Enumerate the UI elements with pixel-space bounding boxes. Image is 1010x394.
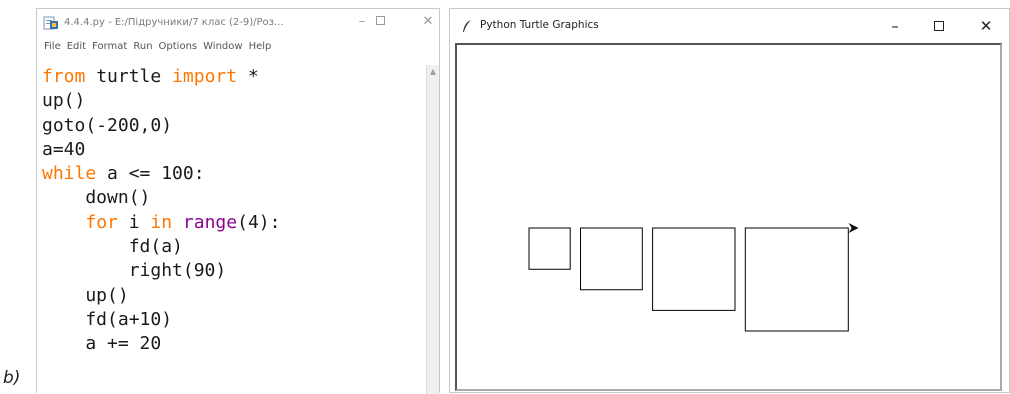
idle-file-icon <box>43 16 58 30</box>
code-text: turtle <box>85 66 173 87</box>
code-line: down() <box>42 186 427 210</box>
code-text: right(90) <box>42 260 227 282</box>
code-line: fd(a) <box>42 235 427 259</box>
figure-label: b) <box>3 368 21 388</box>
menu-file[interactable]: File <box>44 41 61 52</box>
code-text: * <box>237 66 259 87</box>
idle-menubar: File Edit Format Run Options Window Help <box>37 37 439 55</box>
code-line: up() <box>42 284 427 308</box>
code-keyword: import <box>172 66 238 87</box>
menu-edit[interactable]: Edit <box>67 41 86 52</box>
turtle-minimize-button[interactable]: – <box>883 17 907 35</box>
idle-editor-window: 4.4.4.py - E:/Підручники/7 клас (2-9)/Ро… <box>36 8 440 394</box>
idle-titlebar[interactable]: 4.4.4.py - E:/Підручники/7 клас (2-9)/Ро… <box>37 9 439 37</box>
code-text: i <box>117 211 151 233</box>
code-line: fd(a+10) <box>42 308 427 332</box>
code-line: a=40 <box>42 138 427 162</box>
code-text: fd(a) <box>42 236 183 258</box>
turtle-canvas <box>528 223 859 332</box>
code-line: from turtle import * <box>42 65 427 89</box>
code-text: (4): <box>237 211 281 233</box>
feather-icon <box>463 20 471 32</box>
idle-close-button[interactable]: ✕ <box>418 14 438 30</box>
menu-format[interactable]: Format <box>92 41 127 52</box>
turtle-square-3 <box>652 227 736 311</box>
turtle-cursor-icon <box>848 223 859 233</box>
turtle-close-button[interactable]: ✕ <box>974 17 998 35</box>
menu-help[interactable]: Help <box>249 41 272 52</box>
turtle-square-2 <box>580 227 643 291</box>
code-line: for i in range(4): <box>42 211 427 235</box>
menu-run[interactable]: Run <box>133 41 152 52</box>
turtle-maximize-button[interactable] <box>927 17 951 35</box>
code-text: a=40 <box>42 138 86 160</box>
idle-minimize-button[interactable]: – <box>352 14 372 30</box>
turtle-canvas-frame <box>455 43 1002 391</box>
turtle-window-title: Python Turtle Graphics <box>480 19 599 31</box>
code-text: a <= 100: <box>96 163 205 185</box>
code-text: goto(-200,0) <box>42 114 173 136</box>
menu-window[interactable]: Window <box>203 41 242 52</box>
code-text: down() <box>42 187 151 209</box>
turtle-square-4 <box>744 227 849 332</box>
menu-options[interactable]: Options <box>159 41 198 52</box>
code-keyword: from <box>42 66 86 87</box>
code-line: while a <= 100: <box>42 162 427 186</box>
code-keyword: for <box>85 211 118 233</box>
turtle-titlebar[interactable]: Python Turtle Graphics – ✕ <box>450 9 1009 41</box>
code-line: goto(-200,0) <box>42 114 427 138</box>
scroll-up-icon[interactable]: ▲ <box>427 65 439 79</box>
code-text: up() <box>42 90 86 112</box>
code-text: up() <box>42 284 129 306</box>
code-editor[interactable]: from turtle import * up() goto(-200,0) a=40… <box>37 65 427 394</box>
editor-scrollbar[interactable]: ▲ <box>426 65 439 394</box>
maximize-icon <box>934 21 944 31</box>
code-builtin: range <box>182 211 238 233</box>
code-keyword: while <box>42 163 97 185</box>
turtle-square-1 <box>528 227 571 270</box>
code-line: up() <box>42 89 427 113</box>
turtle-graphics-window: Python Turtle Graphics – ✕ <box>449 8 1010 393</box>
maximize-icon <box>375 16 385 25</box>
code-keyword: in <box>150 211 173 233</box>
code-line: a += 20 <box>42 332 427 356</box>
idle-window-title: 4.4.4.py - E:/Підручники/7 клас (2-9)/Ро… <box>64 17 284 28</box>
code-text: a += 20 <box>42 333 162 355</box>
idle-maximize-button[interactable] <box>370 14 390 30</box>
code-line: right(90) <box>42 259 427 283</box>
code-text: fd(a+10) <box>42 308 173 330</box>
